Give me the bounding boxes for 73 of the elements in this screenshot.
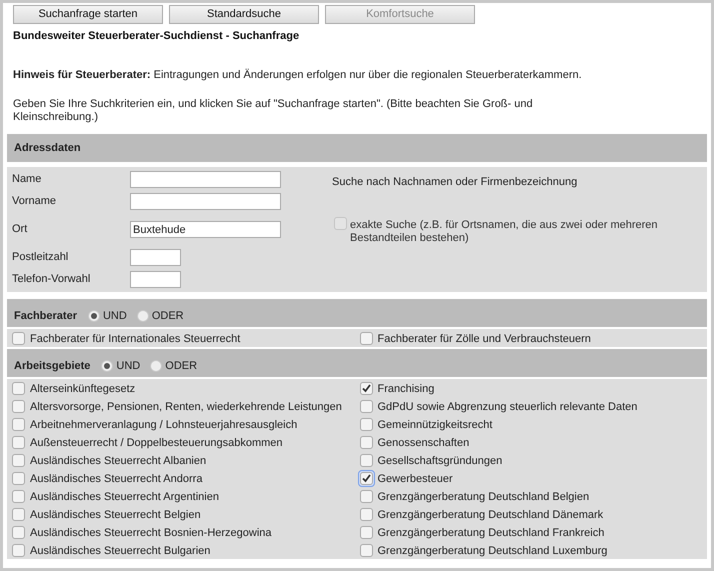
text-field[interactable] [130,171,281,188]
checkbox-label: Ausländisches Steuerrecht Argentinien [30,490,219,506]
checkbox-label: Fachberater für Internationales Steuerrecht [30,332,240,348]
checkbox-label: Grenzgängerberatung Deutschland Luxemburg [378,544,608,560]
checkbox-label: Gemeinnützigkeitsrecht [378,418,492,434]
instructions-text: Geben Sie Ihre Suchkriterien ein, und klicken Sie auf "Suchanfrage starten". (Bitte beachten Sie Groß- und Kleinschreibung.) [12,98,534,124]
section-title: Adressdaten [14,140,81,156]
checkbox-label: Grenzgängerberatung Deutschland Belgien [378,490,590,506]
checkbox-label: Fachberater für Zölle und Verbrauchsteuern [378,332,591,348]
checkbox-label: Ausländisches Steuerrecht Albanien [30,454,206,470]
checkbox-label: Ausländisches Steuerrecht Bulgarien [30,544,210,560]
checkbox[interactable] [12,544,25,556]
text-field[interactable]: Buxtehude [130,221,281,238]
radio-button[interactable] [150,360,162,372]
toolbar-button[interactable]: Suchanfrage starten [13,5,163,24]
checkbox-label: Gesellschaftsgründungen [378,454,502,470]
checkbox[interactable] [12,436,25,448]
radio-button[interactable] [101,360,114,372]
checkmark-icon [362,384,370,392]
field-label: Telefon-Vorwahl [12,272,92,288]
checkbox[interactable] [360,526,372,538]
checkbox-label: Franchising [378,382,434,398]
radio-label: ODER [165,358,198,374]
radio-label: UND [116,358,140,374]
checkbox-label: Grenzgängerberatung Deutschland Dänemark [378,508,604,524]
checkbox-label: exakte Suche (z.B. für Ortsnamen, die aus zwei oder mehreren Bestandteilen bestehen) [350,218,659,244]
checkbox-label: Außensteuerrecht / Doppelbesteuerungsabkommen [30,436,283,452]
checkbox[interactable] [360,436,372,448]
checkbox[interactable] [360,490,372,502]
field-label: Name [12,172,42,188]
checkmark-icon [362,474,370,482]
checkbox[interactable] [12,490,25,502]
hint-text: Suche nach Nachnamen oder Firmenbezeichnung [332,175,578,190]
checkbox-label: Gewerbesteuer [378,472,453,488]
text-field[interactable] [130,193,281,210]
checkbox-label: Arbeitnehmerveranlagung / Lohnsteuerjahresausgleich [30,418,298,434]
checkbox[interactable] [12,418,25,430]
notice-text: Hinweis für Steuerberater: Eintragungen und Änderungen erfolgen nur über die regionalen Steuerberaterkammern. [12,68,583,82]
radio-button[interactable] [136,310,149,322]
checkbox-label: Altersvorsorge, Pensionen, Renten, wiederkehrende Leistungen [30,400,342,416]
checkbox[interactable] [360,418,372,430]
checkbox[interactable] [360,454,372,466]
field-label: Postleitzahl [12,250,70,266]
checkbox-label: Grenzgängerberatung Deutschland Frankreich [378,526,604,542]
checkbox[interactable] [12,526,25,538]
radio-label: UND [102,308,127,324]
checkbox[interactable] [12,508,25,520]
radio-label: ODER [152,308,184,324]
section-title: Arbeitsgebiete [14,358,90,374]
section-title: Fachberater [14,308,77,324]
checkbox-label: Ausländisches Steuerrecht Andorra [30,472,202,488]
checkbox[interactable] [360,544,372,556]
checkbox-label: Ausländisches Steuerrecht Bosnien-Herzegowina [30,526,272,542]
checkbox[interactable] [360,400,372,412]
checkbox-label: Genossenschaften [378,436,470,452]
field-label: Vorname [12,194,58,210]
field-label: Ort [12,222,28,238]
checkbox[interactable] [360,508,372,520]
checkbox-label: Ausländisches Steuerrecht Belgien [30,508,201,524]
page-title: Bundesweiter Steuerberater-Suchdienst - Suchanfrage [12,29,300,44]
text-field[interactable] [130,249,181,266]
toolbar-button[interactable]: Standardsuche [169,5,319,24]
checkbox[interactable] [360,332,372,344]
checkbox[interactable] [12,382,25,394]
radio-button[interactable] [88,310,100,322]
checkbox[interactable] [12,400,25,412]
text-field[interactable] [130,271,181,288]
checkbox[interactable] [12,332,25,344]
checkbox-label: GdPdU sowie Abgrenzung steuerlich relevante Daten [378,400,638,416]
checkbox[interactable] [12,472,25,484]
checkbox[interactable] [12,454,25,466]
checkbox-label: Alterseinkünftegesetz [30,382,136,398]
checkbox[interactable] [360,382,372,394]
